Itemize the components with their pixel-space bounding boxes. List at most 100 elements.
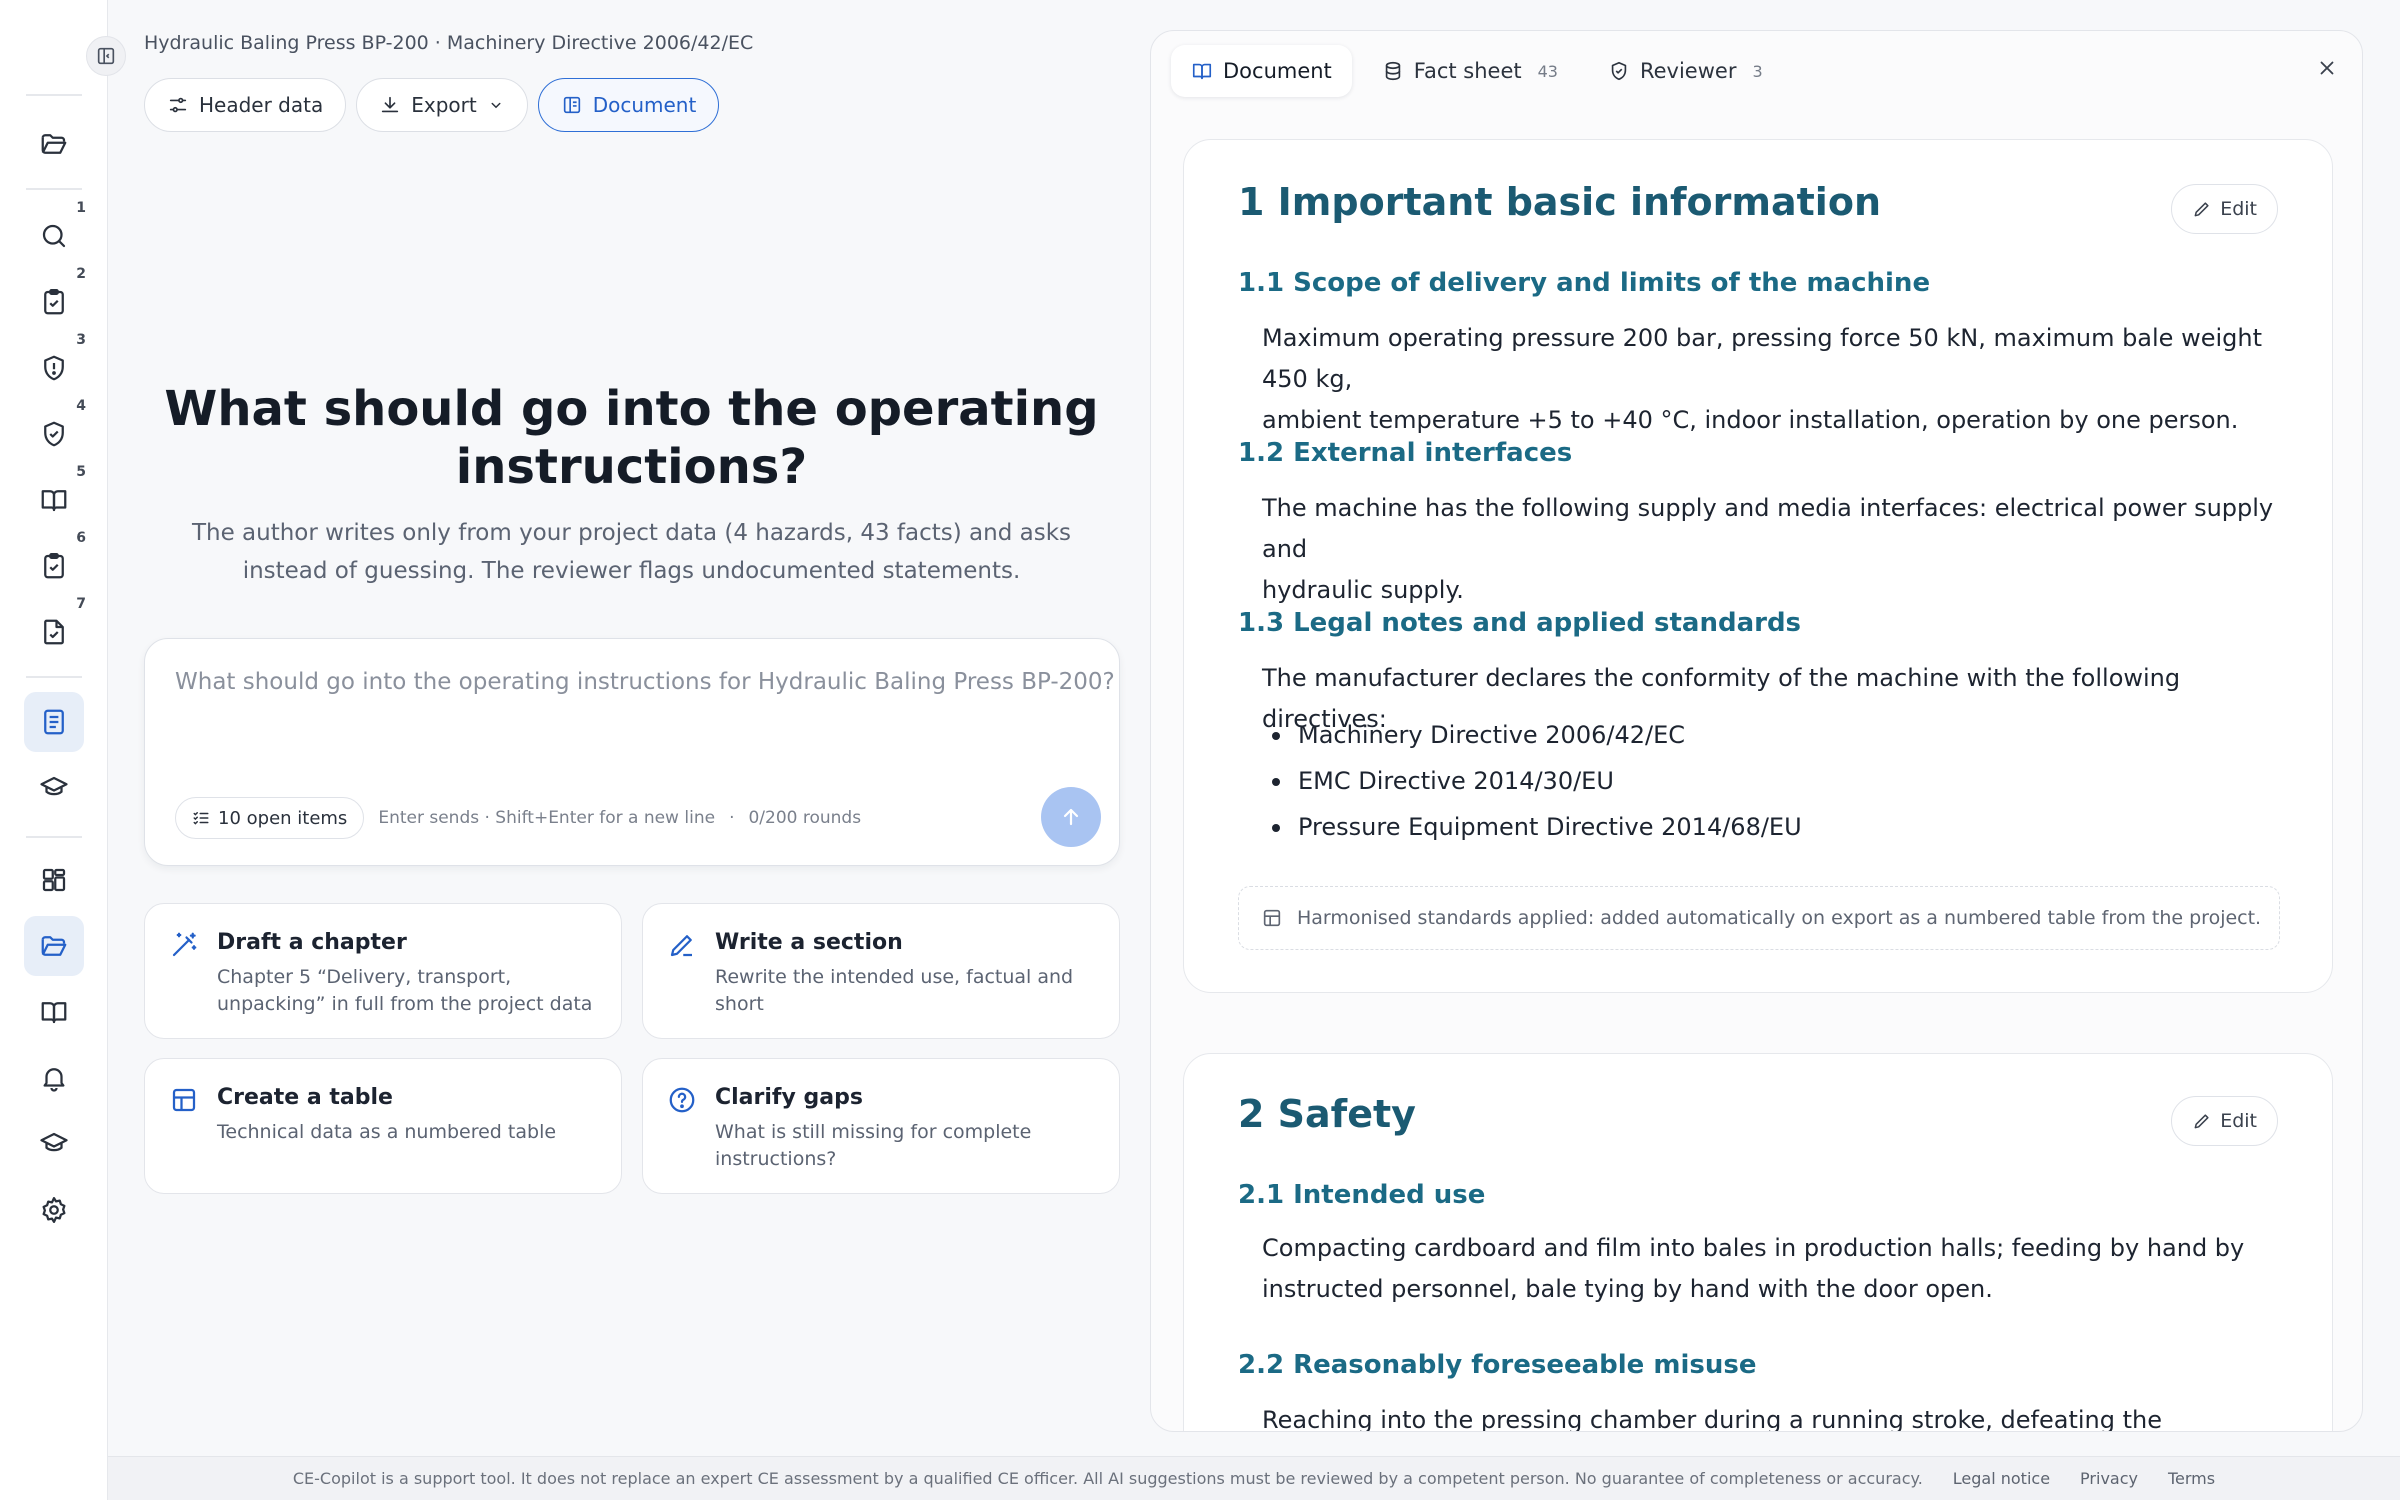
pencil-icon (2194, 202, 2209, 217)
directive-list: Machinery Directive 2006/42/EC EMC Direc… (1262, 712, 2262, 850)
close-panel-button[interactable] (2316, 57, 2338, 79)
rail-step-4-measures[interactable]: 4 (24, 398, 86, 464)
tab-label: Fact sheet (1413, 59, 1522, 83)
rail-library-button[interactable] (24, 982, 84, 1042)
paragraph-line: Maximum operating pressure 200 bar, pres… (1262, 324, 2262, 393)
rail-step-3-hazards[interactable]: 3 (24, 332, 86, 398)
paragraph-line: The machine has the following supply and… (1262, 494, 2274, 563)
edit-section-button[interactable]: Edit (2171, 184, 2278, 234)
rail-dashboard-button[interactable] (24, 850, 84, 910)
list-item: EMC Directive 2014/30/EU (1262, 758, 2262, 804)
rail-training-button[interactable] (24, 1114, 84, 1174)
graduation-cap-icon (40, 776, 68, 796)
breadcrumb: Hydraulic Baling Press BP-200 · Machiner… (144, 32, 754, 54)
suggestion-description: Rewrite the intended use, factual and sh… (715, 964, 1097, 1018)
rail-divider (26, 836, 82, 838)
left-rail: 1 2 3 4 5 6 7 (0, 0, 108, 1500)
arrow-up-icon (1063, 808, 1079, 826)
paragraph: Reaching into the pressing chamber durin… (1262, 1406, 2163, 1432)
section-heading: 2 Safety (1238, 1092, 1416, 1136)
tab-document[interactable]: Document (1171, 45, 1352, 97)
paragraph: The machine has the following supply and… (1262, 488, 2292, 611)
document-toggle-button[interactable]: Document (537, 78, 720, 132)
document-label: Document (592, 93, 697, 117)
suggestion-description-line: Technical data as a numbered table (217, 1121, 557, 1143)
rail-document-button[interactable] (24, 692, 84, 752)
page-subtitle: The author writes only from your project… (180, 514, 1083, 590)
suggestion-create-table[interactable]: Create a table Technical data as a numbe… (144, 1058, 622, 1194)
suggestion-clarify-gaps[interactable]: Clarify gaps What is still missing for c… (642, 1058, 1120, 1194)
rail-step-6-review[interactable]: 6 (24, 530, 86, 596)
step-badge: 1 (76, 200, 86, 216)
shield-check-icon (44, 421, 64, 447)
open-items-label: 10 open items (218, 807, 348, 829)
rail-projects-nav-button[interactable] (24, 916, 84, 976)
header-data-button[interactable]: Header data (144, 78, 347, 132)
page-title-line-2: instructions? (455, 439, 808, 495)
suggestion-description-line: instructions? (715, 1148, 837, 1170)
rail-academy-button[interactable] (24, 758, 84, 818)
standards-note: Harmonised standards applied: added auto… (1238, 886, 2280, 950)
suggestion-write-section[interactable]: Write a section Rewrite the intended use… (642, 903, 1120, 1039)
rail-settings-button[interactable] (24, 1180, 84, 1240)
privacy-link[interactable]: Privacy (2080, 1469, 2138, 1488)
suggestion-description: What is still missing for complete instr… (715, 1119, 1097, 1173)
folder-open-icon (41, 936, 67, 956)
suggestion-description: Chapter 5 “Delivery, transport, unpackin… (217, 964, 599, 1018)
page-title-line-1: What should go into the operating (164, 381, 1099, 437)
rail-step-2-checklist[interactable]: 2 (24, 266, 86, 332)
section-card-2: 2 Safety Edit 2.1 Intended use Compactin… (1183, 1053, 2333, 1432)
document-panel-icon (563, 96, 580, 114)
legal-notice-link[interactable]: Legal notice (1953, 1469, 2050, 1488)
section-card-1: 1 Important basic information Edit 1.1 S… (1183, 139, 2333, 993)
composer-footer: 10 open items Enter sends · Shift+Enter … (175, 797, 861, 839)
pencil-icon (670, 935, 692, 957)
table-icon (172, 1088, 196, 1112)
rail-notifications-button[interactable] (24, 1048, 84, 1108)
step-badge: 3 (76, 332, 86, 348)
prompt-input[interactable]: What should go into the operating instru… (175, 669, 1115, 695)
pencil-icon (2194, 1114, 2209, 1129)
prompt-composer[interactable]: What should go into the operating instru… (144, 638, 1120, 866)
tab-label: Document (1223, 59, 1332, 83)
rail-step-1-search[interactable]: 1 (24, 200, 86, 266)
suggestion-title: Write a section (715, 930, 903, 955)
book-open-icon (41, 1002, 67, 1024)
subsection-heading: 1.1 Scope of delivery and limits of the … (1238, 268, 1931, 298)
edit-section-button[interactable]: Edit (2171, 1096, 2278, 1146)
list-item: Machinery Directive 2006/42/EC (1262, 712, 2262, 758)
suggestion-description-line: What is still missing for complete (715, 1121, 1032, 1143)
toolbar: Header data Export Document (144, 78, 720, 132)
rail-projects-button[interactable] (24, 114, 84, 174)
send-button[interactable] (1041, 787, 1101, 847)
suggestion-draft-chapter[interactable]: Draft a chapter Chapter 5 “Delivery, tra… (144, 903, 622, 1039)
chevron-down-icon (491, 102, 501, 109)
suggestion-description-line: short (715, 993, 764, 1015)
book-open-icon (41, 490, 67, 512)
terms-link[interactable]: Terms (2168, 1469, 2215, 1488)
open-items-chip[interactable]: 10 open items (175, 797, 365, 839)
rail-step-5-manual[interactable]: 5 (24, 464, 86, 530)
rail-step-7-declaration[interactable]: 7 (24, 596, 86, 662)
paragraph-line: ambient temperature +5 to +40 °C, indoor… (1262, 406, 2239, 434)
suggestion-description-line: unpacking” in full from the project data (217, 993, 593, 1015)
panel-tabs: Document Fact sheet 43 Reviewer 3 (1171, 45, 1783, 97)
step-badge: 4 (76, 398, 86, 414)
export-button[interactable]: Export (356, 78, 528, 132)
close-icon (2320, 61, 2334, 75)
export-label: Export (411, 93, 477, 117)
tab-fact-sheet[interactable]: Fact sheet 43 (1362, 45, 1578, 97)
dashboard-icon (42, 868, 66, 892)
table-icon (1263, 909, 1281, 927)
step-badge: 2 (76, 266, 86, 282)
document-panel: Document Fact sheet 43 Reviewer 3 1 Impo… (1150, 30, 2363, 1432)
rounds-counter: 0/200 rounds (748, 808, 862, 828)
paragraph-line: hydraulic supply. (1262, 576, 1464, 604)
tab-reviewer[interactable]: Reviewer 3 (1588, 45, 1783, 97)
search-icon (42, 224, 66, 248)
page-title: What should go into the operating instru… (144, 380, 1119, 496)
sliders-icon (169, 97, 187, 113)
paragraph-line: instructed personnel, bale tying by hand… (1262, 1275, 1993, 1303)
paragraph: Maximum operating pressure 200 bar, pres… (1262, 318, 2292, 441)
sidebar-toggle-button[interactable] (86, 36, 126, 76)
